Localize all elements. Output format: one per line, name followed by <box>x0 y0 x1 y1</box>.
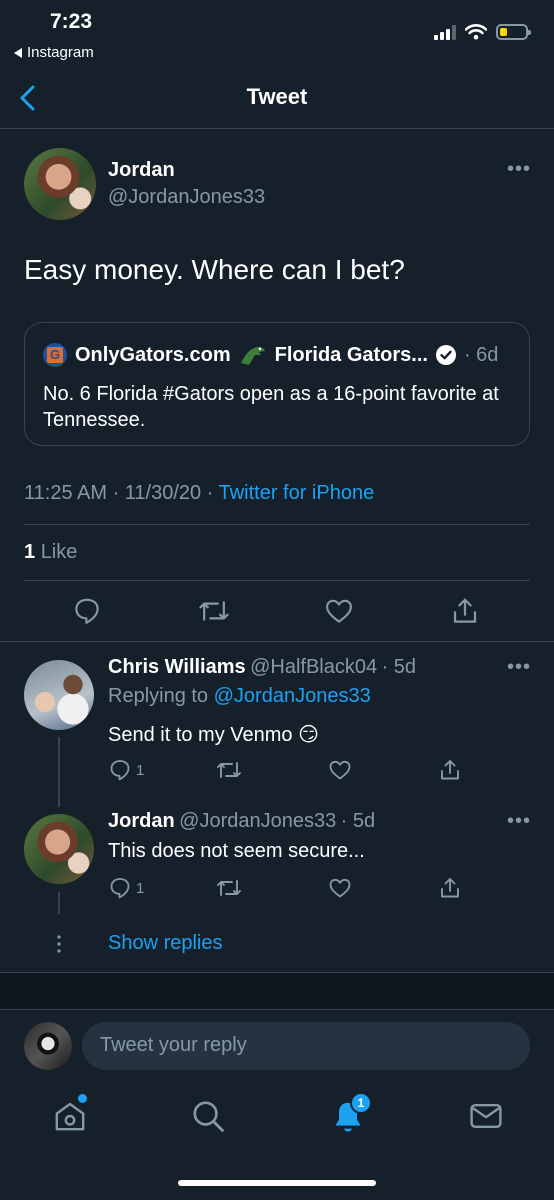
reply-count: 1 <box>136 761 145 779</box>
more-options-icon[interactable]: ••• <box>507 158 531 181</box>
gator-emoji-icon <box>240 346 265 365</box>
tweet-source-link[interactable]: Twitter for iPhone <box>219 482 375 504</box>
share-icon <box>441 760 459 780</box>
battery-icon <box>496 24 531 40</box>
tweet-text: Easy money. Where can I bet? <box>24 254 405 285</box>
notifications-badge: 1 <box>350 1092 372 1114</box>
reply-input[interactable]: Tweet your reply <box>82 1022 530 1070</box>
status-icons <box>434 24 531 40</box>
share-button[interactable] <box>438 876 462 900</box>
quoted-tweet-text: No. 6 Florida #Gators open as a 16-point… <box>43 383 499 431</box>
reply-button[interactable]: 1 <box>108 758 144 782</box>
reply-button[interactable]: 1 <box>108 876 144 900</box>
likes-number: 1 <box>24 541 36 563</box>
new-content-dot <box>78 1094 87 1103</box>
reply-time: · 5d <box>340 810 376 832</box>
reply-author-handle[interactable]: @HalfBlack04 <box>250 656 377 678</box>
reply-header: Chris Williams @HalfBlack04 · 5d <box>108 656 416 679</box>
avatar[interactable] <box>24 660 94 730</box>
tab-messages[interactable] <box>468 1098 504 1134</box>
mail-icon <box>470 1104 502 1128</box>
reply-time: · 5d <box>381 656 417 678</box>
tab-notifications[interactable]: 1 <box>330 1092 372 1134</box>
cellular-signal-icon <box>434 24 456 40</box>
likes-label: Like <box>40 541 78 563</box>
like-button[interactable] <box>324 596 354 626</box>
share-icon <box>441 878 459 898</box>
actions-divider <box>0 641 554 642</box>
section-gap <box>0 973 554 1009</box>
like-button[interactable] <box>328 758 352 782</box>
reply-author-name[interactable]: Chris Williams <box>108 656 246 678</box>
meta-divider <box>24 524 530 525</box>
retweet-button[interactable] <box>216 876 242 900</box>
quoted-author-name: Florida Gators... <box>274 343 428 366</box>
likes-count[interactable]: 1 Like <box>24 541 77 564</box>
retweet-icon <box>199 601 229 621</box>
share-button[interactable] <box>450 596 480 626</box>
page-title: Tweet <box>246 84 308 109</box>
thread-dots-icon <box>57 935 61 953</box>
tweet-meta: 11:25 AM · 11/30/20 · Twitter for iPhone <box>24 482 374 505</box>
retweet-button[interactable] <box>198 596 230 626</box>
reply-text: This does not seem secure... <box>108 840 365 862</box>
reply-icon <box>110 760 130 781</box>
avatar[interactable] <box>24 814 94 884</box>
show-replies-link[interactable]: Show replies <box>108 932 223 955</box>
author-handle[interactable]: @JordanJones33 <box>108 186 265 209</box>
tab-search[interactable] <box>190 1098 226 1134</box>
heart-icon <box>326 599 352 623</box>
home-icon <box>55 1102 85 1131</box>
replying-to-label: Replying to <box>108 685 209 707</box>
verified-badge-icon <box>435 345 456 365</box>
quoted-site-name: OnlyGators.com <box>75 343 231 366</box>
header-divider <box>0 128 554 129</box>
thread-line <box>58 892 60 914</box>
back-to-app-link[interactable]: Instagram <box>14 44 94 61</box>
back-app-label: Instagram <box>27 44 94 61</box>
wifi-icon <box>465 24 487 40</box>
reply-author-handle[interactable]: @JordanJones33 <box>179 810 336 832</box>
quoted-time: · 6d <box>463 343 499 366</box>
more-options-icon[interactable]: ••• <box>507 656 531 679</box>
like-button[interactable] <box>328 876 352 900</box>
reply-icon <box>110 878 130 899</box>
reply-button[interactable] <box>72 596 102 626</box>
reply-count: 1 <box>136 879 145 897</box>
reply-header: Jordan @JordanJones33 · 5d <box>108 810 375 833</box>
retweet-icon <box>217 762 241 778</box>
tab-home[interactable] <box>52 1094 88 1134</box>
thread-line <box>58 737 60 807</box>
likes-divider <box>24 580 530 581</box>
more-options-icon[interactable]: ••• <box>507 810 531 833</box>
reply-author-name[interactable]: Jordan <box>108 810 175 832</box>
tweet-timestamp: 11:25 AM · 11/30/20 · <box>24 482 214 504</box>
status-time: 7:23 <box>50 10 93 33</box>
avatar[interactable] <box>24 148 96 220</box>
avatar[interactable] <box>24 1022 72 1070</box>
home-indicator <box>178 1180 376 1186</box>
retweet-icon <box>217 880 241 896</box>
heart-icon <box>329 760 351 780</box>
reply-icon <box>75 598 99 624</box>
share-button[interactable] <box>438 758 462 782</box>
quoted-tweet[interactable]: G OnlyGators.com Florida Gators... · 6d … <box>24 322 530 446</box>
share-icon <box>453 598 477 623</box>
reply-text: Send it to my Venmo 😏 <box>108 724 319 746</box>
replying-to: Replying to @JordanJones33 <box>108 685 371 708</box>
author-name[interactable]: Jordan <box>108 159 175 182</box>
heart-icon <box>329 878 351 898</box>
retweet-button[interactable] <box>216 758 242 782</box>
search-icon <box>193 1101 224 1132</box>
replying-to-handle-link[interactable]: @JordanJones33 <box>214 685 371 707</box>
back-triangle-icon <box>14 47 22 58</box>
compose-divider <box>0 1009 554 1010</box>
quoted-tweet-header: G OnlyGators.com Florida Gators... · 6d <box>43 343 498 367</box>
onlygators-logo-icon: G <box>43 343 67 367</box>
